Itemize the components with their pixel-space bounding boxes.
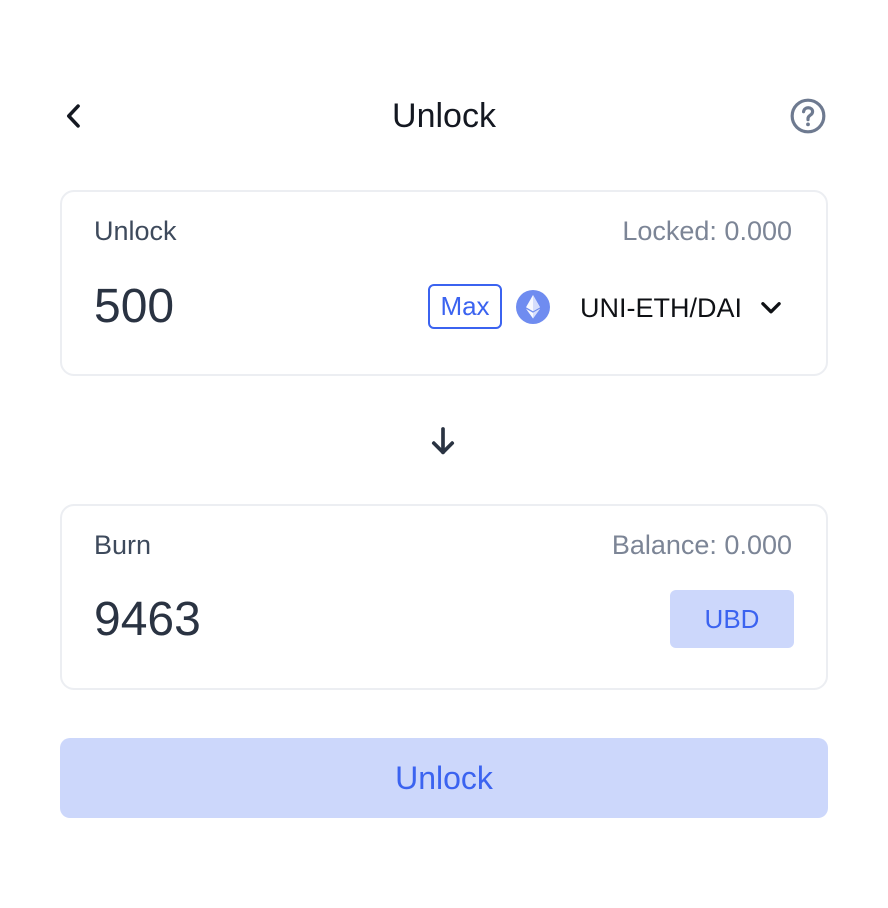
unlock-label: Unlock [94,216,177,246]
ethereum-icon [516,290,550,324]
header: Unlock [60,88,828,144]
token-badge: UBD [670,590,794,648]
token-selector[interactable]: UNI-ETH/DAI [580,288,784,328]
burn-label: Burn [94,530,152,560]
locked-amount: Locked: 0.000 [622,216,792,246]
burn-card: Burn Balance: 0.000 9463 UBD [60,504,828,690]
balance-amount: Balance: 0.000 [611,530,792,560]
arrow-down-icon [431,427,455,455]
token-name: UNI-ETH/DAI [580,292,742,323]
max-button[interactable]: Max [428,284,502,329]
unlock-card: Unlock Locked: 0.000 Max UNI-ETH/DAI [60,190,828,376]
unlock-page: Unlock Unlock Locked: 0.000 Max UNI-ETH/… [0,0,888,908]
unlock-amount-input[interactable] [94,276,394,336]
chevron-down-icon [761,302,781,314]
question-circle-icon [790,98,826,134]
help-button[interactable] [786,94,830,138]
page-title: Unlock [392,97,496,135]
unlock-button[interactable]: Unlock [60,738,828,818]
burn-amount: 9463 [94,593,201,646]
